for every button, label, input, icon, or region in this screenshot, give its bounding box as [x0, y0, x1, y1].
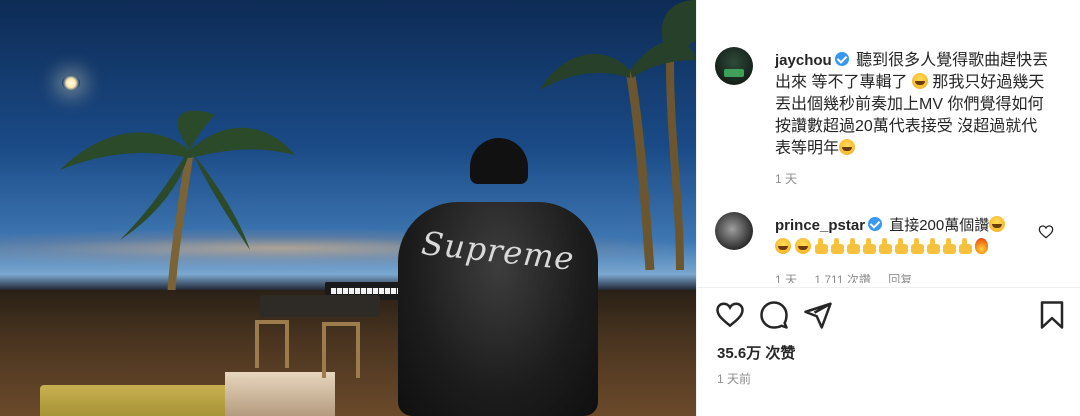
grinning-squint-emoji-icon	[795, 238, 812, 254]
thumbs-up-emoji-icon	[927, 238, 941, 254]
thumbs-up-emoji-icon	[879, 238, 893, 254]
comment: prince_pstar 直接200萬個讚	[775, 215, 1030, 259]
caption-username[interactable]: jaychou	[775, 52, 832, 69]
post-caption: jaychou 聽到很多人覺得歌曲趕快丟 出來 等不了專輯了 那我只好過幾天 丟…	[775, 50, 1060, 160]
thumbs-up-emoji-icon	[847, 238, 861, 254]
grinning-squint-emoji-icon	[989, 216, 1006, 232]
heart-icon[interactable]	[715, 300, 745, 330]
chair	[322, 322, 360, 378]
fire-emoji-icon	[975, 238, 989, 254]
moon	[62, 76, 80, 90]
caption-text-1: 聽到很多人覺得歌曲趕快丟	[856, 52, 1049, 69]
person-at-piano: Supreme	[398, 138, 598, 416]
comment-likes[interactable]: 1,711 次讚	[814, 273, 870, 283]
comment-like-heart-icon[interactable]	[1038, 224, 1054, 240]
comment-meta: 1 天 1,711 次讚 回复	[775, 271, 926, 283]
verified-badge-icon	[834, 52, 849, 66]
comment-text: 直接200萬個讚	[889, 217, 990, 234]
thumbs-up-emoji-icon	[815, 238, 829, 254]
action-bar	[715, 300, 1065, 332]
thumbs-up-emoji-icon	[943, 238, 957, 254]
post-time[interactable]: 1 天前	[717, 370, 751, 387]
chair	[255, 320, 289, 368]
comment-icon[interactable]	[759, 300, 789, 330]
comment-avatar[interactable]	[715, 212, 753, 250]
pool	[40, 385, 250, 416]
caption-text-5: 按讚數超過20萬代表接受 沒超過就代	[775, 118, 1038, 135]
caption-text-4: 丟出個幾秒前奏加上MV 你們覺得如何	[775, 96, 1044, 113]
verified-badge-icon	[868, 217, 883, 231]
laughing-emoji-icon	[911, 73, 928, 89]
laughing-emoji-icon	[839, 139, 856, 155]
share-icon[interactable]	[803, 300, 833, 330]
post-like-count[interactable]: 35.6万 次赞	[717, 342, 795, 363]
thumbs-up-emoji-icon	[831, 238, 845, 254]
post-photo[interactable]: Supreme	[0, 0, 696, 416]
caption-text-6: 表等明年	[775, 140, 840, 157]
comment-reply-button[interactable]: 回复	[888, 273, 912, 283]
comment-time[interactable]: 1 天	[775, 273, 797, 283]
comment-username[interactable]: prince_pstar	[775, 217, 865, 234]
caption-text-2: 出來 等不了專輯了	[775, 74, 908, 91]
post-side-panel: jaychou 聽到很多人覺得歌曲趕快丟 出來 等不了專輯了 那我只好過幾天 丟…	[696, 0, 1080, 416]
thumbs-up-emoji-icon	[895, 238, 909, 254]
caption-time[interactable]: 1 天	[775, 170, 797, 187]
avatar[interactable]	[715, 47, 753, 85]
grinning-squint-emoji-icon	[775, 238, 791, 254]
patio-wall	[225, 372, 335, 416]
bookmark-icon[interactable]	[1037, 300, 1067, 330]
thumbs-up-emoji-icon	[911, 238, 925, 254]
thumbs-up-emoji-icon	[959, 238, 973, 254]
thumbs-up-emoji-icon	[863, 238, 877, 254]
caption-text-3: 那我只好過幾天	[932, 74, 1045, 91]
divider	[697, 287, 1080, 288]
outdoor-table	[260, 295, 380, 317]
